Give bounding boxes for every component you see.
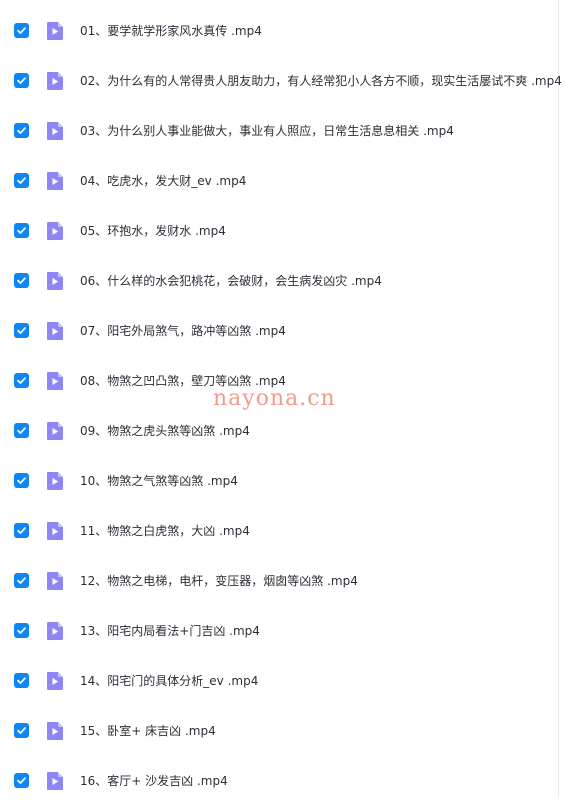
file-checkbox[interactable] xyxy=(14,373,29,388)
file-row[interactable]: 03、为什么别人事业能做大，事业有人照应，日常生活息息相关 .mp4 xyxy=(0,106,558,156)
checkmark-icon xyxy=(17,577,26,584)
file-name[interactable]: 05、环抱水，发财水 .mp4 xyxy=(80,206,226,256)
video-file-icon xyxy=(44,220,66,242)
file-name[interactable]: 16、客厅+ 沙发吉凶 .mp4 xyxy=(80,756,228,806)
video-file-icon xyxy=(44,470,66,492)
checkmark-icon xyxy=(17,277,26,284)
file-checkbox[interactable] xyxy=(14,573,29,588)
file-row[interactable]: 05、环抱水，发财水 .mp4 xyxy=(0,206,558,256)
video-file-icon xyxy=(44,570,66,592)
video-file-icon xyxy=(44,720,66,742)
file-row[interactable]: 12、物煞之电梯，电杆，变压器，烟囱等凶煞 .mp4 xyxy=(0,556,558,606)
video-file-icon xyxy=(44,520,66,542)
file-name[interactable]: 14、阳宅门的具体分析_ev .mp4 xyxy=(80,656,258,706)
video-file-icon xyxy=(44,770,66,792)
file-row[interactable]: 15、卧室+ 床吉凶 .mp4 xyxy=(0,706,558,756)
file-name[interactable]: 11、物煞之白虎煞，大凶 .mp4 xyxy=(80,506,250,556)
file-checkbox[interactable] xyxy=(14,523,29,538)
file-checkbox[interactable] xyxy=(14,423,29,438)
file-row[interactable]: 01、要学就学形家风水真传 .mp4 xyxy=(0,6,558,56)
checkmark-icon xyxy=(17,677,26,684)
file-checkbox[interactable] xyxy=(14,323,29,338)
checkmark-icon xyxy=(17,177,26,184)
checkmark-icon xyxy=(17,227,26,234)
file-name[interactable]: 10、物煞之气煞等凶煞 .mp4 xyxy=(80,456,238,506)
file-name[interactable]: 04、吃虎水，发大财_ev .mp4 xyxy=(80,156,246,206)
file-row[interactable]: 06、什么样的水会犯桃花，会破财，会生病发凶灾 .mp4 xyxy=(0,256,558,306)
file-name[interactable]: 13、阳宅内局看法+门吉凶 .mp4 xyxy=(80,606,260,656)
video-file-icon xyxy=(44,670,66,692)
file-row[interactable]: 10、物煞之气煞等凶煞 .mp4 xyxy=(0,456,558,506)
file-name[interactable]: 03、为什么别人事业能做大，事业有人照应，日常生活息息相关 .mp4 xyxy=(80,106,454,156)
checkmark-icon xyxy=(17,777,26,784)
checkmark-icon xyxy=(17,427,26,434)
file-row[interactable]: 16、客厅+ 沙发吉凶 .mp4 xyxy=(0,756,558,806)
checkmark-icon xyxy=(17,477,26,484)
file-name[interactable]: 09、物煞之虎头煞等凶煞 .mp4 xyxy=(80,406,250,456)
file-name[interactable]: 12、物煞之电梯，电杆，变压器，烟囱等凶煞 .mp4 xyxy=(80,556,358,606)
file-checkbox[interactable] xyxy=(14,473,29,488)
file-checkbox[interactable] xyxy=(14,273,29,288)
file-name[interactable]: 15、卧室+ 床吉凶 .mp4 xyxy=(80,706,216,756)
file-checkbox[interactable] xyxy=(14,73,29,88)
checkmark-icon xyxy=(17,77,26,84)
video-file-icon xyxy=(44,420,66,442)
checkmark-icon xyxy=(17,27,26,34)
video-file-icon xyxy=(44,320,66,342)
file-checkbox[interactable] xyxy=(14,123,29,138)
checkmark-icon xyxy=(17,727,26,734)
video-file-icon xyxy=(44,370,66,392)
checkmark-icon xyxy=(17,377,26,384)
file-row[interactable]: 09、物煞之虎头煞等凶煞 .mp4 xyxy=(0,406,558,456)
file-checkbox[interactable] xyxy=(14,773,29,788)
file-row[interactable]: 13、阳宅内局看法+门吉凶 .mp4 xyxy=(0,606,558,656)
file-name[interactable]: 06、什么样的水会犯桃花，会破财，会生病发凶灾 .mp4 xyxy=(80,256,382,306)
file-row[interactable]: 07、阳宅外局煞气，路冲等凶煞 .mp4 xyxy=(0,306,558,356)
checkmark-icon xyxy=(17,527,26,534)
video-file-icon xyxy=(44,20,66,42)
video-file-icon xyxy=(44,620,66,642)
video-file-icon xyxy=(44,270,66,292)
file-name[interactable]: 02、为什么有的人常得贵人朋友助力，有人经常犯小人各方不顺，现实生活屡试不爽 .… xyxy=(80,56,562,106)
video-file-icon xyxy=(44,170,66,192)
file-row[interactable]: 14、阳宅门的具体分析_ev .mp4 xyxy=(0,656,558,706)
checkmark-icon xyxy=(17,627,26,634)
file-checkbox[interactable] xyxy=(14,173,29,188)
watermark-text: nayona.cn xyxy=(213,386,336,411)
file-checkbox[interactable] xyxy=(14,623,29,638)
file-checkbox[interactable] xyxy=(14,23,29,38)
file-name[interactable]: 07、阳宅外局煞气，路冲等凶煞 .mp4 xyxy=(80,306,286,356)
checkmark-icon xyxy=(17,127,26,134)
checkmark-icon xyxy=(17,327,26,334)
file-checkbox[interactable] xyxy=(14,723,29,738)
file-checkbox[interactable] xyxy=(14,223,29,238)
video-file-icon xyxy=(44,120,66,142)
file-row[interactable]: 04、吃虎水，发大财_ev .mp4 xyxy=(0,156,558,206)
file-row[interactable]: 02、为什么有的人常得贵人朋友助力，有人经常犯小人各方不顺，现实生活屡试不爽 .… xyxy=(0,56,562,106)
video-file-icon xyxy=(44,70,66,92)
file-name[interactable]: 01、要学就学形家风水真传 .mp4 xyxy=(80,6,262,56)
file-checkbox[interactable] xyxy=(14,673,29,688)
file-row[interactable]: 11、物煞之白虎煞，大凶 .mp4 xyxy=(0,506,558,556)
